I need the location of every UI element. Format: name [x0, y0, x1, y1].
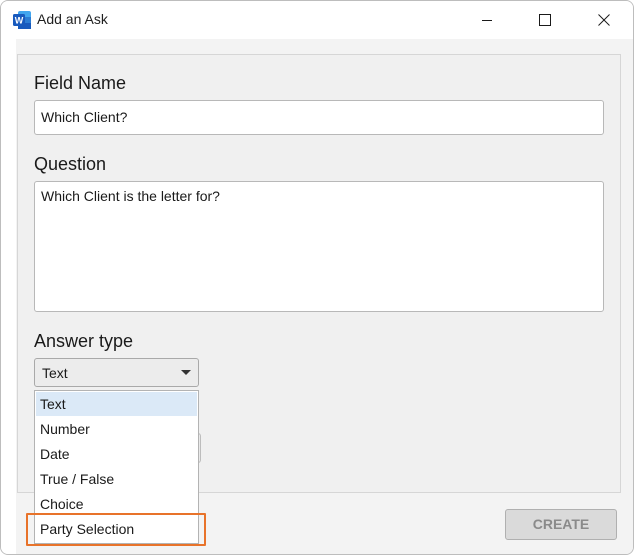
field-name-label: Field Name — [34, 73, 127, 93]
close-button[interactable] — [575, 1, 633, 39]
answer-type-value: Text — [42, 365, 68, 381]
close-icon — [598, 14, 610, 26]
field-name-input[interactable]: Which Client? — [34, 100, 604, 135]
maximize-icon — [539, 14, 551, 26]
create-button[interactable]: CREATE — [505, 509, 617, 540]
minimize-button[interactable] — [458, 1, 516, 39]
maximize-button[interactable] — [516, 1, 574, 39]
dropdown-option-true-false[interactable]: True / False — [36, 467, 197, 491]
title-bar: W Add an Ask — [1, 1, 633, 39]
dropdown-option-party-selection[interactable]: Party Selection — [36, 517, 197, 541]
dropdown-option-number[interactable]: Number — [36, 417, 197, 441]
word-app-icon: W — [12, 10, 32, 30]
add-an-ask-dialog: W Add an Ask Field Name Which Client? Qu… — [0, 0, 634, 555]
chevron-down-icon — [181, 370, 191, 375]
window-title: Add an Ask — [37, 11, 108, 27]
minimize-icon — [482, 20, 492, 21]
dropdown-option-choice[interactable]: Choice — [36, 492, 197, 516]
question-textarea[interactable]: Which Client is the letter for? — [34, 181, 604, 312]
svg-text:W: W — [15, 16, 24, 26]
window-margin — [1, 39, 16, 554]
dropdown-option-date[interactable]: Date — [36, 442, 197, 466]
dropdown-option-text[interactable]: Text — [36, 392, 197, 416]
question-label: Question — [34, 154, 107, 174]
answer-type-dropdown: Text Number Date True / False Choice Par… — [34, 390, 199, 544]
answer-type-label: Answer type — [34, 331, 134, 351]
answer-type-select[interactable]: Text — [34, 358, 199, 387]
